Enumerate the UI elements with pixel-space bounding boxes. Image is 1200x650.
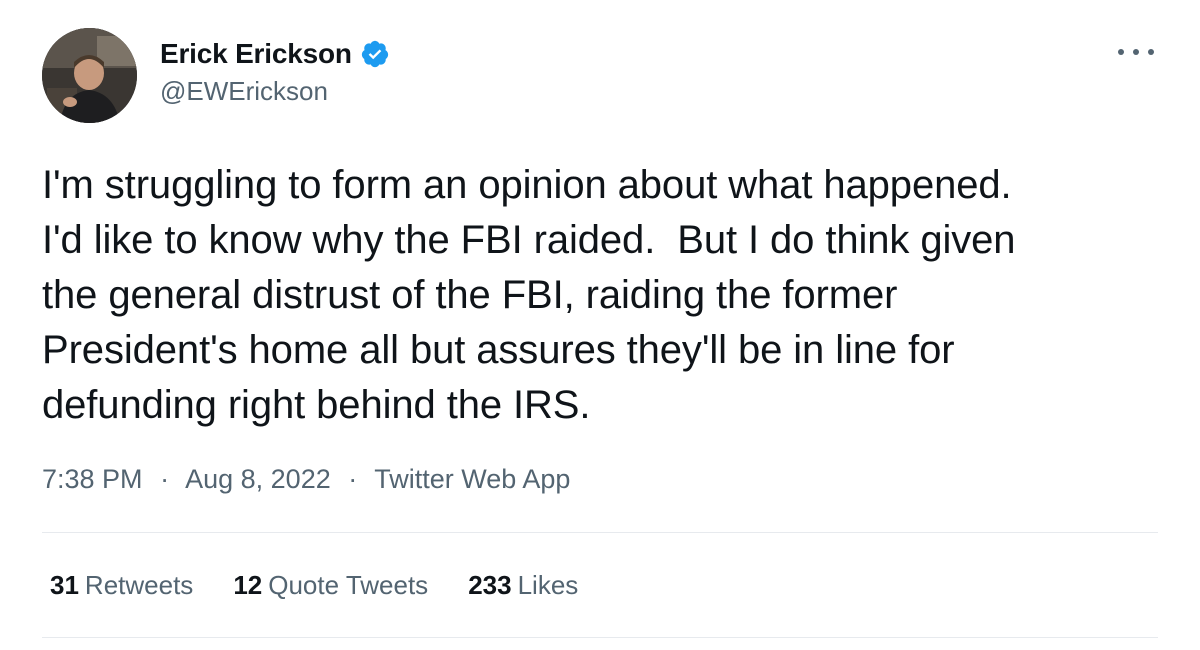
quote-tweets-label: Quote Tweets: [268, 570, 429, 600]
meta-separator: ·: [160, 464, 170, 494]
likes-label: Likes: [517, 570, 579, 600]
author-handle[interactable]: @EWErickson: [160, 76, 328, 107]
quote-tweets-count: 12: [233, 570, 263, 600]
avatar[interactable]: [42, 28, 137, 123]
tweet-time[interactable]: 7:38 PM: [42, 464, 143, 494]
author-name-row: Erick Erickson: [160, 36, 390, 72]
tweet-client[interactable]: Twitter Web App: [374, 464, 570, 494]
likes-stat[interactable]: 233 Likes: [468, 570, 578, 601]
tweet-text: I'm struggling to form an opinion about …: [42, 163, 1016, 427]
likes-count: 233: [468, 570, 512, 600]
more-horizontal-icon[interactable]: [1118, 40, 1154, 64]
more-dot: [1148, 49, 1154, 55]
profile-photo: [42, 28, 137, 123]
retweets-stat[interactable]: 31 Retweets: [50, 570, 193, 601]
verified-badge-icon: [360, 39, 390, 69]
divider: [42, 637, 1158, 638]
tweet-metadata: 7:38 PM · Aug 8, 2022 · Twitter Web App: [42, 464, 570, 495]
retweets-label: Retweets: [84, 570, 194, 600]
tweet-card: Erick Erickson @EWErickson I'm strugglin…: [0, 0, 1200, 650]
author-name[interactable]: Erick Erickson: [160, 38, 352, 70]
quote-tweets-stat[interactable]: 12 Quote Tweets: [233, 570, 428, 601]
more-dot: [1118, 49, 1124, 55]
more-dot: [1133, 49, 1139, 55]
divider: [42, 532, 1158, 533]
meta-separator: ·: [348, 464, 358, 494]
tweet-stats: 31 Retweets 12 Quote Tweets 233 Likes: [50, 570, 618, 601]
tweet-date[interactable]: Aug 8, 2022: [185, 464, 331, 494]
retweets-count: 31: [50, 570, 79, 600]
